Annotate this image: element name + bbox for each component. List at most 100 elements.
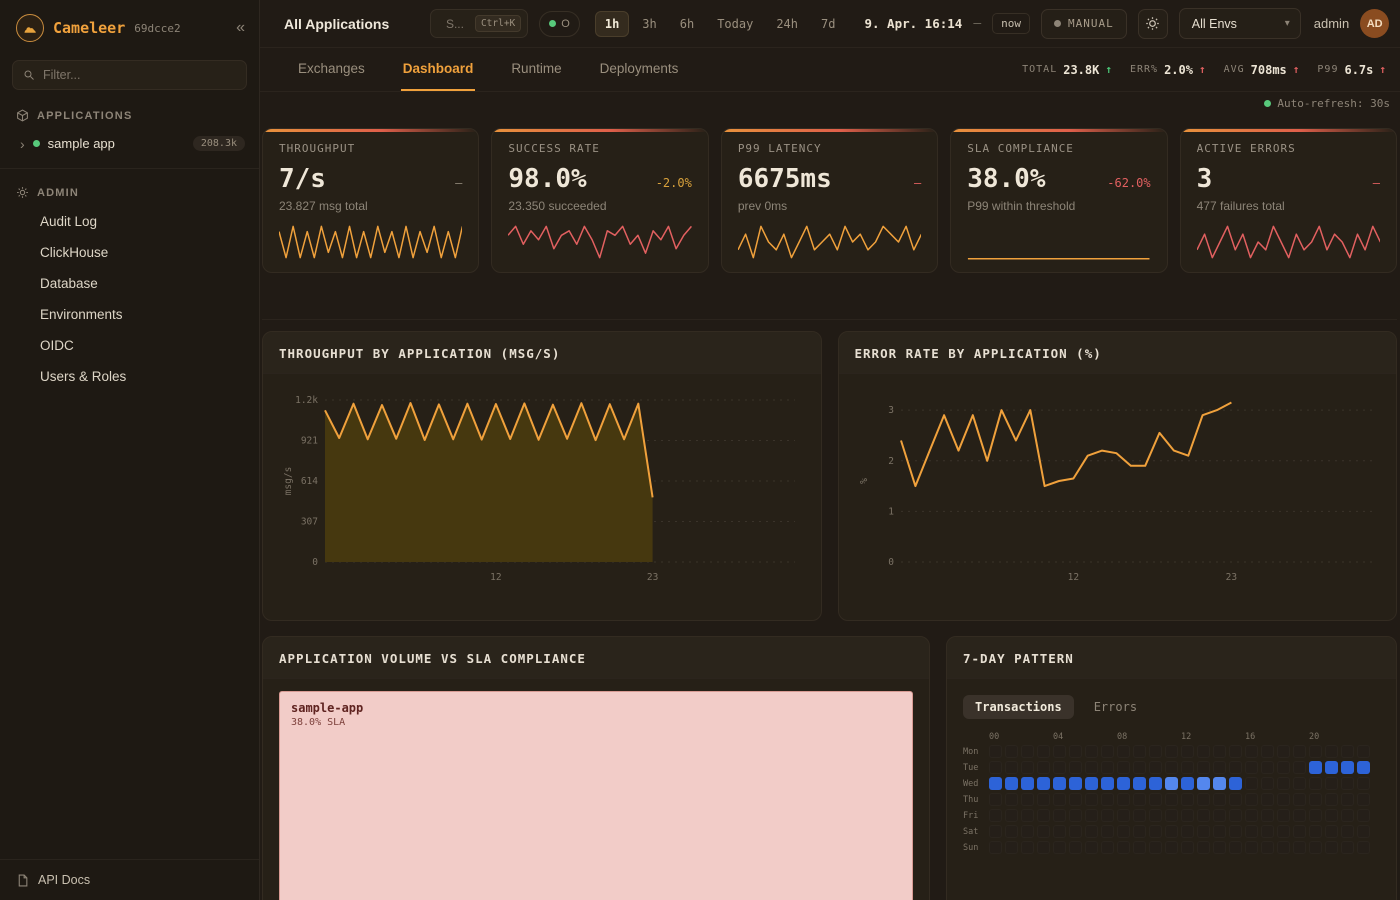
heatmap-cell bbox=[1197, 777, 1210, 790]
heatmap-cell bbox=[1101, 825, 1114, 838]
filter-input[interactable] bbox=[43, 68, 236, 82]
range-button-today[interactable]: Today bbox=[707, 11, 763, 37]
heatmap-cell bbox=[1165, 809, 1178, 822]
heatmap-cell bbox=[1037, 825, 1050, 838]
range-button-3h[interactable]: 3h bbox=[632, 11, 666, 37]
heatmap-cell bbox=[1357, 777, 1370, 790]
kpi-value: 38.0% bbox=[967, 164, 1045, 194]
heatmap-row: Wed bbox=[963, 777, 1380, 790]
now-chip[interactable]: now bbox=[992, 13, 1030, 34]
tab-exchanges[interactable]: Exchanges bbox=[296, 48, 367, 91]
heatmap-cell bbox=[1341, 761, 1354, 774]
sidebar-item-audit-log[interactable]: Audit Log bbox=[0, 206, 259, 237]
tab-dashboard[interactable]: Dashboard bbox=[401, 48, 476, 91]
api-docs-link[interactable]: API Docs bbox=[0, 859, 259, 900]
heatmap-cell bbox=[1325, 793, 1338, 806]
heatmap-cell bbox=[1197, 761, 1210, 774]
heatmap-cell bbox=[1021, 809, 1034, 822]
avatar[interactable]: AD bbox=[1360, 9, 1389, 38]
heatmap-cell bbox=[1293, 761, 1306, 774]
svg-text:2: 2 bbox=[888, 456, 894, 467]
panel-title: ERROR RATE BY APPLICATION (%) bbox=[839, 332, 1397, 374]
manual-refresh-button[interactable]: MANUAL bbox=[1041, 9, 1127, 39]
heatmap-cell bbox=[1165, 793, 1178, 806]
heatmap-cell bbox=[1133, 793, 1146, 806]
heatmap-cell bbox=[1069, 841, 1082, 854]
heatmap-cell bbox=[1261, 809, 1274, 822]
admin-section-header: ADMIN bbox=[0, 169, 259, 206]
svg-text:12: 12 bbox=[490, 572, 501, 583]
heatmap-cell bbox=[1325, 761, 1338, 774]
autorefresh-dot bbox=[1264, 100, 1271, 107]
heatmap-cell bbox=[989, 745, 1002, 758]
heatmap-cell bbox=[1325, 809, 1338, 822]
kpi-delta: -62.0% bbox=[1107, 176, 1150, 190]
sidebar-item-environments[interactable]: Environments bbox=[0, 299, 259, 330]
kpi-card-active-errors: ACTIVE ERRORS 3 – 477 failures total bbox=[1180, 128, 1397, 273]
sidebar-item-oidc[interactable]: OIDC bbox=[0, 330, 259, 361]
build-hash: 69dcce2 bbox=[134, 22, 180, 35]
heatmap-cell bbox=[1037, 793, 1050, 806]
svg-text:0: 0 bbox=[312, 557, 318, 568]
heatmap-cell bbox=[1245, 777, 1258, 790]
heatmap-cell bbox=[1277, 809, 1290, 822]
kpi-subtext: prev 0ms bbox=[738, 199, 921, 213]
heatmap-cell bbox=[1037, 841, 1050, 854]
kpi-row: THROUGHPUT 7/s – 23.827 msg total SUCCES… bbox=[262, 128, 1397, 273]
heatmap-cell bbox=[1069, 809, 1082, 822]
kpi-value: 98.0% bbox=[508, 164, 586, 194]
heatmap-cell bbox=[1149, 809, 1162, 822]
theme-toggle[interactable] bbox=[1138, 9, 1168, 39]
range-button-6h[interactable]: 6h bbox=[670, 11, 704, 37]
heatmap-cell bbox=[1117, 825, 1130, 838]
heatmap-cell bbox=[1229, 809, 1242, 822]
range-button-24h[interactable]: 24h bbox=[766, 11, 808, 37]
heatmap-cell bbox=[1149, 841, 1162, 854]
treemap-node-sample-app[interactable]: sample-app 38.0% SLA bbox=[279, 691, 913, 900]
kpi-sparkline bbox=[279, 223, 462, 261]
heatmap-cell bbox=[1229, 761, 1242, 774]
heatmap-cell bbox=[1261, 761, 1274, 774]
range-button-7d[interactable]: 7d bbox=[811, 11, 845, 37]
treemap-node-sla: 38.0% SLA bbox=[291, 717, 901, 728]
sidebar-item-sample-app[interactable]: › sample app 208.3k bbox=[0, 129, 259, 158]
stat-label: TOTAL bbox=[1022, 64, 1057, 75]
heatmap-hour-label: 20 bbox=[1309, 732, 1373, 742]
panel-title: 7-DAY PATTERN bbox=[947, 637, 1396, 679]
kpi-sparkline bbox=[1197, 223, 1380, 261]
heatmap-cell bbox=[1085, 745, 1098, 758]
heatmap-cell bbox=[1053, 761, 1066, 774]
user-name: admin bbox=[1314, 16, 1349, 31]
datetime-display: 9. Apr. 16:14 bbox=[864, 16, 962, 31]
range-button-1h[interactable]: 1h bbox=[595, 11, 629, 37]
heatmap-cell bbox=[1341, 745, 1354, 758]
heatmap-cell bbox=[1229, 825, 1242, 838]
search-input[interactable] bbox=[446, 17, 470, 31]
env-select[interactable]: All Envs ▾ bbox=[1179, 8, 1301, 39]
heatmap-cell bbox=[1357, 809, 1370, 822]
svg-text:1.2k: 1.2k bbox=[295, 395, 318, 406]
pattern-tab-transactions[interactable]: Transactions bbox=[963, 695, 1074, 719]
tab-deployments[interactable]: Deployments bbox=[598, 48, 681, 91]
sidebar: Cameleer 69dcce2 « APPLICATIONS › sample… bbox=[0, 0, 260, 900]
heatmap-cell bbox=[1261, 825, 1274, 838]
heatmap-cell bbox=[1245, 761, 1258, 774]
sidebar-item-users-roles[interactable]: Users & Roles bbox=[0, 361, 259, 392]
kpi-card-throughput: THROUGHPUT 7/s – 23.827 msg total bbox=[262, 128, 479, 273]
heatmap-cell bbox=[1149, 761, 1162, 774]
heatmap-cell bbox=[1357, 825, 1370, 838]
heatmap-cell bbox=[1021, 825, 1034, 838]
pattern-tab-errors[interactable]: Errors bbox=[1082, 695, 1149, 719]
applications-section-label: APPLICATIONS bbox=[37, 110, 132, 122]
heatmap-day-label: Tue bbox=[963, 763, 985, 773]
sidebar-item-database[interactable]: Database bbox=[0, 268, 259, 299]
svg-text:0: 0 bbox=[888, 557, 894, 568]
svg-text:614: 614 bbox=[301, 476, 318, 487]
tab-runtime[interactable]: Runtime bbox=[509, 48, 563, 91]
collapse-sidebar-button[interactable]: « bbox=[236, 20, 245, 36]
heatmap-cell bbox=[1181, 777, 1194, 790]
heatmap-cell bbox=[1085, 841, 1098, 854]
heatmap-cell bbox=[1005, 841, 1018, 854]
sidebar-item-clickhouse[interactable]: ClickHouse bbox=[0, 237, 259, 268]
stat-label: P99 bbox=[1317, 64, 1338, 75]
